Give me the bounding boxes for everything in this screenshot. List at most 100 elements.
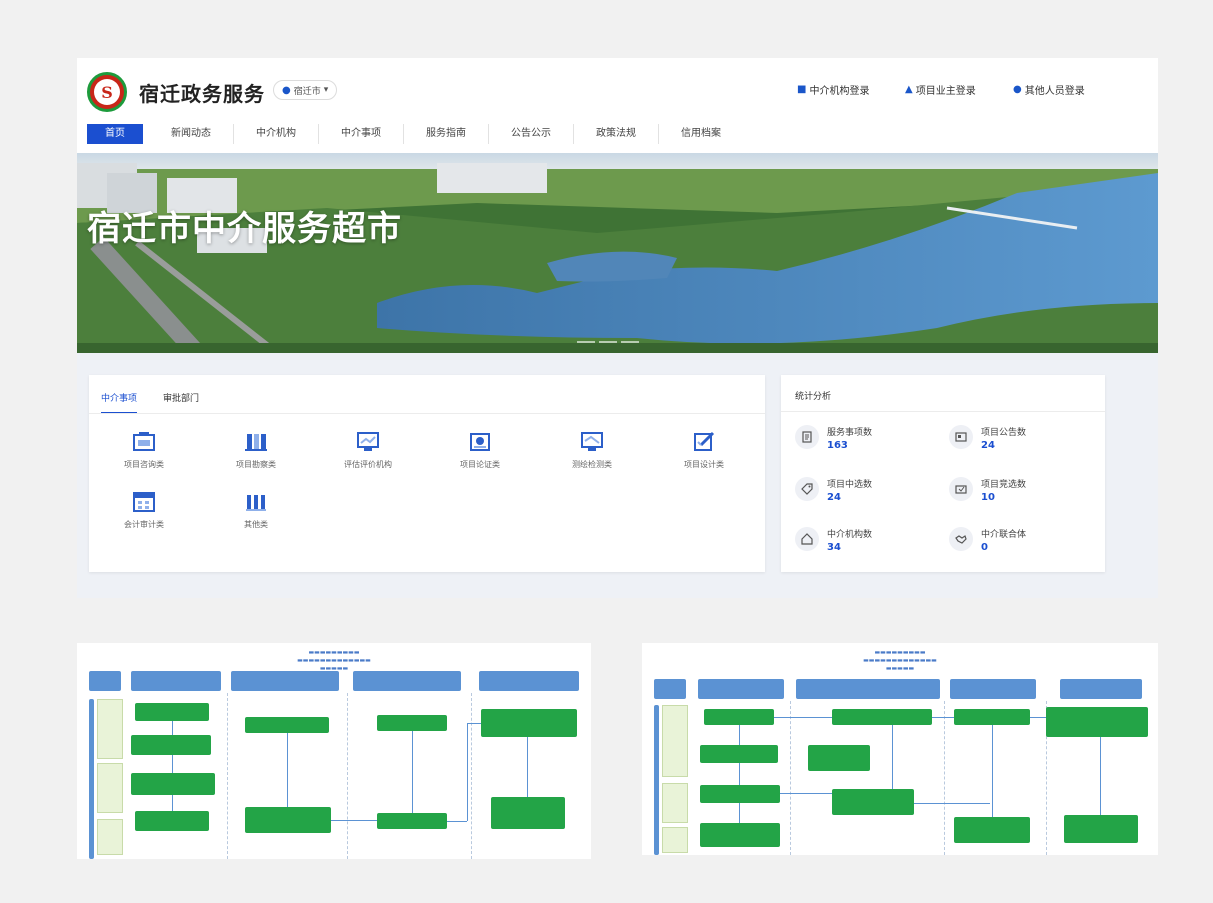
flowchart-step	[491, 797, 565, 829]
stat-value: 34	[827, 542, 841, 553]
site-header: S 宿迁政务服务 ● 宿迁市 ▾ ■ 中介机构登录 ▲ 项目业主登录 ● 其他人…	[77, 58, 1158, 122]
category-survey[interactable]: 项目勘察类	[211, 431, 301, 470]
tag-icon	[795, 477, 819, 501]
stat-label: 项目竞选数	[981, 480, 1027, 490]
stats-panel: 统计分析 服务事项数 163 项目公告数 24 项目中选数 24 项目竞选数 10 中介…	[781, 375, 1105, 572]
stat-selected-count[interactable]: 项目中选数 24	[795, 477, 872, 503]
flowchart-step	[377, 813, 447, 829]
stat-label: 服务事项数	[827, 428, 873, 438]
nav-guide[interactable]: 服务指南	[404, 124, 489, 144]
evaluate-icon	[355, 431, 381, 453]
category-audit[interactable]: 会计审计类	[99, 491, 189, 530]
handshake-icon	[949, 527, 973, 551]
flowchart-step	[832, 709, 932, 725]
tab-departments[interactable]: 审批部门	[163, 391, 199, 414]
hero-banner[interactable]: 宿迁市中介服务超市	[77, 153, 1158, 353]
stat-service-count[interactable]: 服务事项数 163	[795, 425, 872, 451]
flowchart-step	[377, 715, 447, 731]
site-window: S 宿迁政务服务 ● 宿迁市 ▾ ■ 中介机构登录 ▲ 项目业主登录 ● 其他人…	[77, 58, 1158, 598]
nav-matters[interactable]: 中介事项	[319, 124, 404, 144]
design-icon	[691, 431, 717, 453]
stat-value: 0	[981, 542, 988, 553]
owner-login-label: 项目业主登录	[915, 86, 976, 97]
chevron-down-icon: ▾	[323, 85, 329, 95]
category-evaluate[interactable]: 评估评价机构	[323, 431, 413, 470]
flowchart-note	[97, 699, 123, 759]
stat-value: 10	[981, 492, 995, 503]
category-label: 评估评价机构	[344, 460, 392, 469]
stat-notice-count[interactable]: 项目公告数 24	[949, 425, 1026, 451]
location-pin-icon: ●	[282, 84, 291, 96]
person-icon: ▲	[905, 84, 913, 95]
flowchart-column-header	[131, 671, 221, 691]
category-label: 项目咨询类	[124, 460, 164, 469]
other-icon	[243, 491, 269, 513]
carousel-indicators[interactable]	[577, 341, 639, 343]
main-nav: 首页 新闻动态 中介机构 中介事项 服务指南 公告公示 政策法规 信用档案	[87, 124, 743, 144]
stat-label: 中介机构数	[827, 530, 873, 540]
logo-icon[interactable]: S	[87, 72, 127, 112]
tab-matters[interactable]: 中介事项	[101, 391, 138, 414]
flowchart-step	[704, 709, 774, 725]
agency-login-label: 中介机构登录	[809, 86, 870, 97]
nav-news[interactable]: 新闻动态	[149, 124, 234, 144]
flowchart-lane-header	[654, 679, 686, 699]
nav-home[interactable]: 首页	[87, 124, 143, 144]
site-title[interactable]: 宿迁政务服务	[139, 78, 265, 107]
flowchart-left: ▬▬▬▬▬▬▬▬▬ ▬▬▬▬▬▬▬▬▬▬▬▬▬ ▬▬▬▬▬	[77, 643, 591, 859]
flowchart-column-header	[950, 679, 1036, 699]
stat-value: 24	[827, 492, 841, 503]
categories-panel: 中介事项 审批部门 项目咨询类 项目勘察类 评估评价机构 项目论证类 测绘检测类…	[89, 375, 765, 572]
agency-login-link[interactable]: ■ 中介机构登录	[797, 82, 869, 97]
panel-divider	[89, 413, 765, 414]
stat-value: 24	[981, 440, 995, 451]
category-other[interactable]: 其他类	[211, 491, 301, 530]
owner-login-link[interactable]: ▲ 项目业主登录	[905, 82, 976, 97]
banner-title: 宿迁市中介服务超市	[87, 209, 402, 249]
flowchart-step	[954, 709, 1030, 725]
stat-label: 中介联合体	[981, 530, 1027, 540]
category-consult[interactable]: 项目咨询类	[99, 431, 189, 470]
flowchart-note	[662, 783, 688, 823]
flowchart-note	[97, 819, 123, 855]
category-design[interactable]: 项目设计类	[659, 431, 749, 470]
flowchart-step	[481, 709, 577, 737]
user-circle-icon: ●	[1013, 84, 1022, 95]
demonstrate-icon	[467, 431, 493, 453]
flowchart-step	[700, 823, 780, 847]
flowchart-step	[1064, 815, 1138, 843]
survey-icon	[243, 431, 269, 453]
notice-icon	[949, 425, 973, 449]
flowchart-step	[1046, 707, 1148, 737]
stats-title: 统计分析	[795, 392, 832, 402]
flowchart-step	[131, 735, 211, 755]
flowchart-column-header	[231, 671, 339, 691]
nav-credit[interactable]: 信用档案	[659, 124, 743, 144]
flowchart-column-header	[479, 671, 579, 691]
stat-bidding-count[interactable]: 项目竞选数 10	[949, 477, 1026, 503]
other-login-link[interactable]: ● 其他人员登录	[1013, 82, 1085, 97]
stat-label: 项目中选数	[827, 480, 873, 490]
flowchart-step	[700, 745, 778, 763]
city-select[interactable]: ● 宿迁市 ▾	[273, 80, 338, 100]
stat-consortium-count[interactable]: 中介联合体 0	[949, 527, 1026, 553]
nav-notices[interactable]: 公告公示	[489, 124, 574, 144]
document-icon	[795, 425, 819, 449]
flowchart-note	[97, 763, 123, 813]
flowchart-step	[245, 807, 331, 833]
nav-policy[interactable]: 政策法规	[574, 124, 659, 144]
content-area: 中介事项 审批部门 项目咨询类 项目勘察类 评估评价机构 项目论证类 测绘检测类…	[77, 353, 1158, 598]
flowchart-title: ▬▬▬▬▬▬▬▬▬ ▬▬▬▬▬▬▬▬▬▬▬▬▬ ▬▬▬▬▬	[863, 649, 937, 672]
category-label: 测绘检测类	[572, 460, 612, 469]
other-login-label: 其他人员登录	[1024, 86, 1085, 97]
flowchart-step	[700, 785, 780, 803]
nav-agencies[interactable]: 中介机构	[234, 124, 319, 144]
stat-label: 项目公告数	[981, 428, 1027, 438]
stat-agency-count[interactable]: 中介机构数 34	[795, 527, 872, 553]
flowchart-step	[808, 745, 870, 771]
flowchart-note	[662, 705, 688, 777]
category-demonstrate[interactable]: 项目论证类	[435, 431, 525, 470]
category-mapping[interactable]: 测绘检测类	[547, 431, 637, 470]
flowchart-step	[135, 811, 209, 831]
flowchart-column-header	[698, 679, 784, 699]
